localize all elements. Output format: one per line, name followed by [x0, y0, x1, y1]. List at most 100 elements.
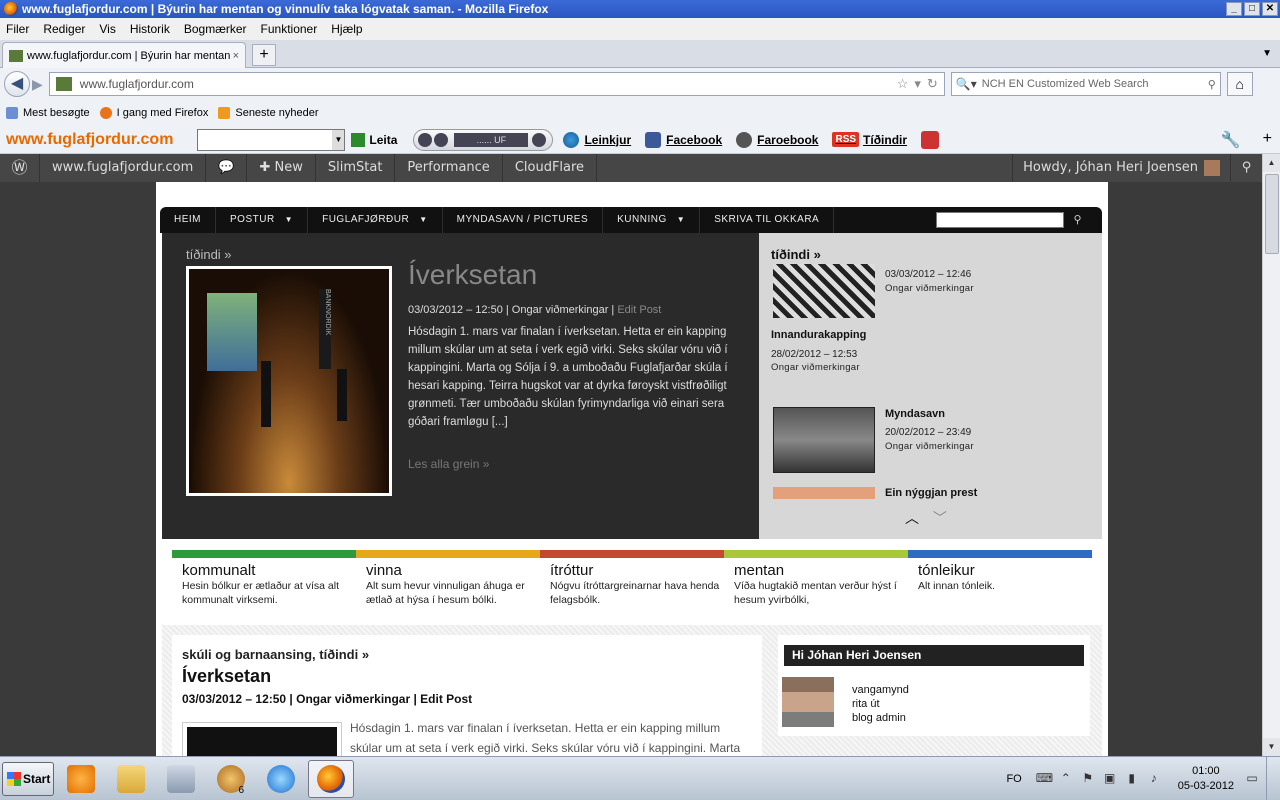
language-indicator[interactable]: FO	[1006, 773, 1021, 785]
search-engine-icon[interactable]: 🔍▾	[956, 77, 982, 91]
web-search-input[interactable]: 🔍▾ NCH EN Customized Web Search ⚲	[950, 72, 1221, 96]
network-signal-icon[interactable]: ▮	[1124, 771, 1140, 787]
new-tab-button[interactable]: +	[252, 44, 276, 66]
action-center-flag-icon[interactable]: ⚑	[1080, 771, 1096, 787]
taskbar-firefox[interactable]	[308, 759, 354, 798]
device-icon[interactable]: ▣	[1102, 771, 1118, 787]
keyboard-icon[interactable]: ⌨	[1036, 771, 1053, 787]
url-dropdown-icon[interactable]: ▾	[914, 76, 921, 92]
taskbar-media-player[interactable]	[58, 760, 104, 798]
search-go-icon[interactable]: ⚲	[1208, 78, 1216, 91]
radio-player[interactable]: ...... UF	[413, 128, 554, 151]
wp-site-name[interactable]: www.fuglafjordur.com	[40, 154, 207, 182]
addon-link-tidindir[interactable]: RSS Tíðindir	[832, 132, 907, 147]
nav-postur[interactable]: POSTUR ▼	[216, 207, 309, 233]
category-name[interactable]: kommunalt	[182, 562, 356, 579]
category-name[interactable]: vinna	[366, 562, 540, 579]
close-button[interactable]: ✕	[1262, 2, 1278, 16]
comments-icon[interactable]: 💬	[206, 154, 248, 182]
addon-search-input[interactable]: ▼	[197, 128, 346, 151]
wp-performance[interactable]: Performance	[395, 154, 503, 182]
slider-up-icon[interactable]: ︿	[905, 510, 919, 526]
news-title[interactable]: Innandurakapping	[771, 329, 866, 341]
volume-icon[interactable]	[532, 132, 547, 147]
read-more-link[interactable]: Les alla grein »	[408, 457, 489, 471]
search-icon[interactable]: ⚲	[1073, 213, 1082, 226]
user-link-logout[interactable]: rita út	[852, 697, 909, 711]
category-mentan[interactable]: mentan Víða hugtakið mentan verður hýst í…	[724, 562, 908, 607]
bookmark-star-icon[interactable]: ☆	[897, 76, 909, 92]
user-link-admin[interactable]: blog admin	[852, 711, 909, 725]
site-identity-icon[interactable]	[55, 77, 72, 91]
news-title[interactable]: Ein nýggjan prest	[885, 487, 977, 499]
nav-heim[interactable]: HEIM	[160, 207, 216, 233]
taskbar-internet-explorer[interactable]	[258, 760, 304, 798]
wrench-icon[interactable]: 🔧	[1221, 130, 1241, 150]
nav-fuglafjordur[interactable]: FUGLAFJØRÐUR ▼	[308, 207, 443, 233]
addon-search-button[interactable]: Leita	[351, 132, 397, 147]
news-thumbnail[interactable]	[773, 407, 875, 473]
edit-post-link[interactable]: Edit Post	[617, 304, 661, 316]
side-news-section-label[interactable]: tíðindi »	[771, 247, 821, 262]
wp-howdy-account[interactable]: Howdy, Jóhan Heri Joensen	[1012, 154, 1230, 182]
category-tonleikur[interactable]: tónleikur Alt innan tónleik.	[908, 562, 1092, 607]
wp-slimstat[interactable]: SlimStat	[316, 154, 396, 182]
slider-down-icon[interactable]: ﹀	[933, 510, 947, 526]
url-bar[interactable]: www.fuglafjordur.com ☆ ▾ ↻	[48, 72, 945, 96]
site-search-input[interactable]	[936, 212, 1064, 228]
scroll-up-icon[interactable]: ▲	[1263, 154, 1280, 172]
youtube-icon[interactable]	[921, 130, 940, 149]
user-link-profile[interactable]: vangamynd	[852, 683, 909, 697]
wp-search-icon[interactable]: ⚲	[1230, 154, 1262, 182]
menu-filer[interactable]: Filer	[6, 22, 29, 36]
add-icon[interactable]: +	[1263, 130, 1272, 150]
volume-icon[interactable]: ♪	[1146, 771, 1162, 787]
bookmark-most-visited[interactable]: Mest besøgte	[6, 107, 90, 119]
show-desktop-button[interactable]	[1266, 756, 1280, 800]
taskbar-explorer[interactable]	[108, 760, 154, 798]
play-icon[interactable]	[418, 132, 433, 147]
post-title[interactable]: Íverksetan	[182, 666, 271, 687]
taskbar-paint[interactable]: 6	[208, 760, 254, 798]
forward-button[interactable]: ▶	[32, 76, 43, 93]
show-hidden-icons-icon[interactable]: ⌃	[1058, 771, 1074, 787]
addon-link-faroebook[interactable]: Faroebook	[736, 131, 818, 148]
stop-icon[interactable]	[434, 132, 449, 147]
addon-link-facebook[interactable]: Facebook	[645, 131, 722, 148]
taskbar-calculator[interactable]	[158, 760, 204, 798]
category-itrottur[interactable]: ítróttur Nógvu ítróttargreinarnar hava he…	[540, 562, 724, 607]
maximize-button[interactable]: □	[1244, 2, 1260, 16]
addon-link-leinkjur[interactable]: Leinkjur	[563, 131, 631, 148]
clock[interactable]: 01:00 05-03-2012	[1178, 764, 1234, 794]
featured-section-label[interactable]: tíðindi »	[186, 247, 232, 262]
menu-bogmaerker[interactable]: Bogmærker	[184, 22, 247, 36]
menu-hjaelp[interactable]: Hjælp	[331, 22, 362, 36]
url-text[interactable]: www.fuglafjordur.com	[80, 77, 891, 91]
scrollbar-thumb[interactable]	[1265, 174, 1279, 254]
wp-new-button[interactable]: ✚ New	[247, 154, 316, 182]
news-thumbnail[interactable]	[773, 264, 875, 318]
nav-kunning[interactable]: KUNNING ▼	[603, 207, 701, 233]
news-title[interactable]: Myndasavn	[885, 408, 945, 420]
nav-skriva[interactable]: SKRIVA TIL OKKARA	[700, 207, 835, 233]
tab-close-icon[interactable]: ×	[233, 50, 239, 62]
bookmark-latest-news[interactable]: Seneste nyheder	[218, 107, 319, 119]
nav-myndasavn[interactable]: MYNDASAVN / PICTURES	[443, 207, 604, 233]
category-name[interactable]: tónleikur	[918, 562, 1092, 579]
menu-historik[interactable]: Historik	[130, 22, 170, 36]
menu-vis[interactable]: Vis	[99, 22, 115, 36]
wordpress-logo-icon[interactable]: Ⓦ	[0, 154, 40, 182]
category-vinna[interactable]: vinna Alt sum hevur vinnuligan áhuga er æ…	[356, 562, 540, 607]
category-kommunalt[interactable]: kommunalt Hesin bólkur er ætlaður at vísa…	[172, 562, 356, 607]
reload-icon[interactable]: ↻	[927, 76, 938, 92]
menu-funktioner[interactable]: Funktioner	[261, 22, 318, 36]
post-category[interactable]: skúli og barnaansing, tíðindi »	[182, 647, 369, 662]
featured-photo[interactable]: BANKNORDIK	[186, 266, 392, 496]
menu-rediger[interactable]: Rediger	[43, 22, 85, 36]
category-name[interactable]: ítróttur	[550, 562, 724, 579]
featured-title[interactable]: Íverksetan	[408, 259, 537, 291]
start-button[interactable]: Start	[2, 761, 54, 796]
chevron-down-icon[interactable]: ▼	[332, 129, 345, 150]
tab-fuglafjordur[interactable]: www.fuglafjordur.com | Býurin har mentan…	[2, 42, 246, 68]
category-name[interactable]: mentan	[734, 562, 908, 579]
